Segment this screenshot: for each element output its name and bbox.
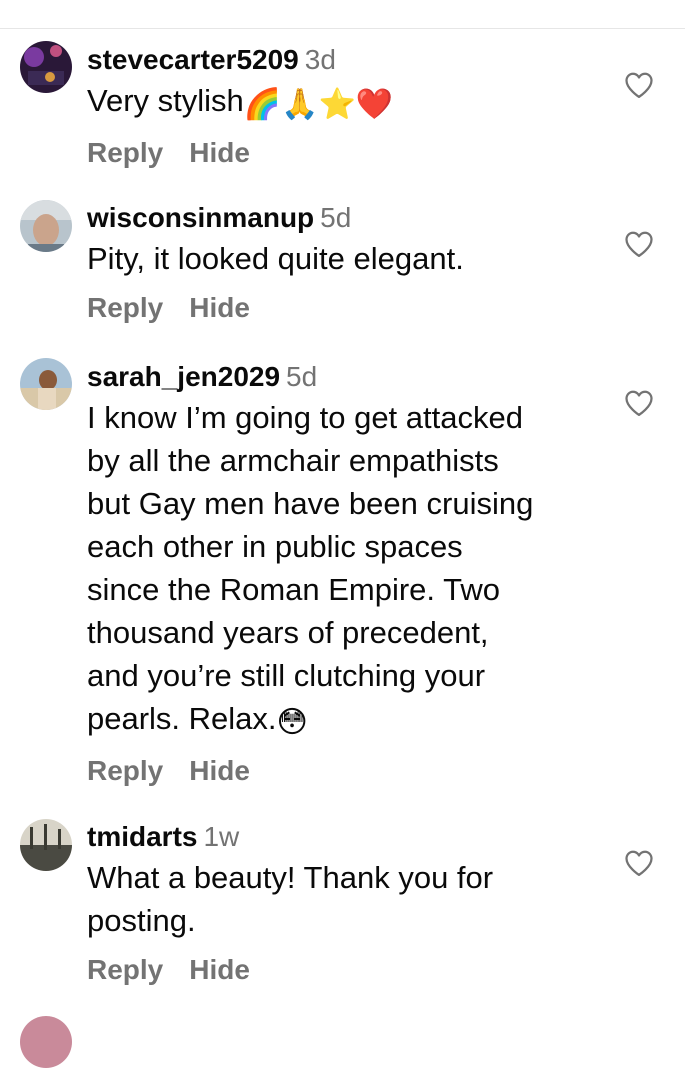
comment-text: Pity, it looked quite elegant. — [87, 237, 607, 280]
reply-button[interactable]: Reply — [87, 954, 163, 985]
avatar[interactable] — [20, 1016, 72, 1068]
comment-text: What a beauty! Thank you for posting. — [87, 856, 607, 942]
comment-actions: Reply Hide — [87, 755, 607, 787]
comment-meta: wisconsinmanup 5d — [87, 201, 607, 235]
comment-age: 5d — [320, 202, 352, 233]
username[interactable]: sarah_jen2029 — [87, 361, 280, 392]
comment-text-line: thousand years of precedent, — [87, 615, 489, 650]
heart-outline-icon[interactable] — [624, 849, 654, 877]
comment-age: 3d — [304, 44, 336, 75]
reply-button[interactable]: Reply — [87, 137, 163, 168]
avatar[interactable] — [20, 819, 72, 871]
hide-button[interactable]: Hide — [189, 755, 250, 786]
username[interactable]: stevecarter5209 — [87, 44, 299, 75]
username[interactable]: wisconsinmanup — [87, 202, 314, 233]
heart-outline-icon[interactable] — [624, 389, 654, 417]
comment-actions: Reply Hide — [87, 137, 607, 169]
comment-text: Very stylish🌈🙏⭐❤️ — [87, 79, 607, 125]
comment-text-line: since the Roman Empire. Two — [87, 572, 500, 607]
flushed-face-emoji: 😳 — [276, 706, 308, 739]
comment-text-line: and you’re still clutching your — [87, 658, 486, 693]
comment-meta: stevecarter5209 3d — [87, 43, 607, 77]
top-divider — [0, 28, 685, 29]
heart-outline-icon[interactable] — [624, 71, 654, 99]
comment-text-line: by all the armchair empathists — [87, 443, 499, 478]
folded-hands-emoji: 🙏 — [281, 88, 319, 121]
comment-age: 1w — [203, 821, 240, 852]
comment-text-line: I know I’m going to get attacked — [87, 400, 523, 435]
comment-text-line: What a beauty! Thank you for — [87, 860, 494, 895]
hide-button[interactable]: Hide — [189, 292, 250, 323]
comment-meta: sarah_jen2029 5d — [87, 360, 607, 394]
heart-emoji: ❤️ — [355, 88, 394, 121]
comment-age: 5d — [286, 361, 318, 392]
comment-actions: Reply Hide — [87, 292, 607, 324]
reply-button[interactable]: Reply — [87, 292, 163, 323]
comment-text-line: pearls. Relax.😳 — [87, 697, 607, 743]
comment-text-line: posting. — [87, 903, 196, 938]
comment-meta: tmidarts 1w — [87, 820, 607, 854]
avatar[interactable] — [20, 358, 72, 410]
username[interactable]: tmidarts — [87, 821, 197, 852]
rainbow-emoji: 🌈 — [243, 88, 282, 121]
comment-text-line: but Gay men have been cruising — [87, 486, 534, 521]
comment-text-line: each other in public spaces — [87, 529, 463, 564]
star-emoji: ⭐ — [318, 88, 356, 121]
heart-outline-icon[interactable] — [624, 230, 654, 258]
hide-button[interactable]: Hide — [189, 954, 250, 985]
comment-text-body: Very stylish — [87, 83, 244, 118]
avatar[interactable] — [20, 200, 72, 252]
comment-text-body: Pity, it looked quite elegant. — [87, 241, 464, 276]
reply-button[interactable]: Reply — [87, 755, 163, 786]
hide-button[interactable]: Hide — [189, 137, 250, 168]
avatar[interactable] — [20, 41, 72, 93]
comment-text-body: pearls. Relax. — [87, 701, 277, 736]
comment-text: I know I’m going to get attacked by all … — [87, 396, 607, 743]
comment-actions: Reply Hide — [87, 954, 607, 986]
